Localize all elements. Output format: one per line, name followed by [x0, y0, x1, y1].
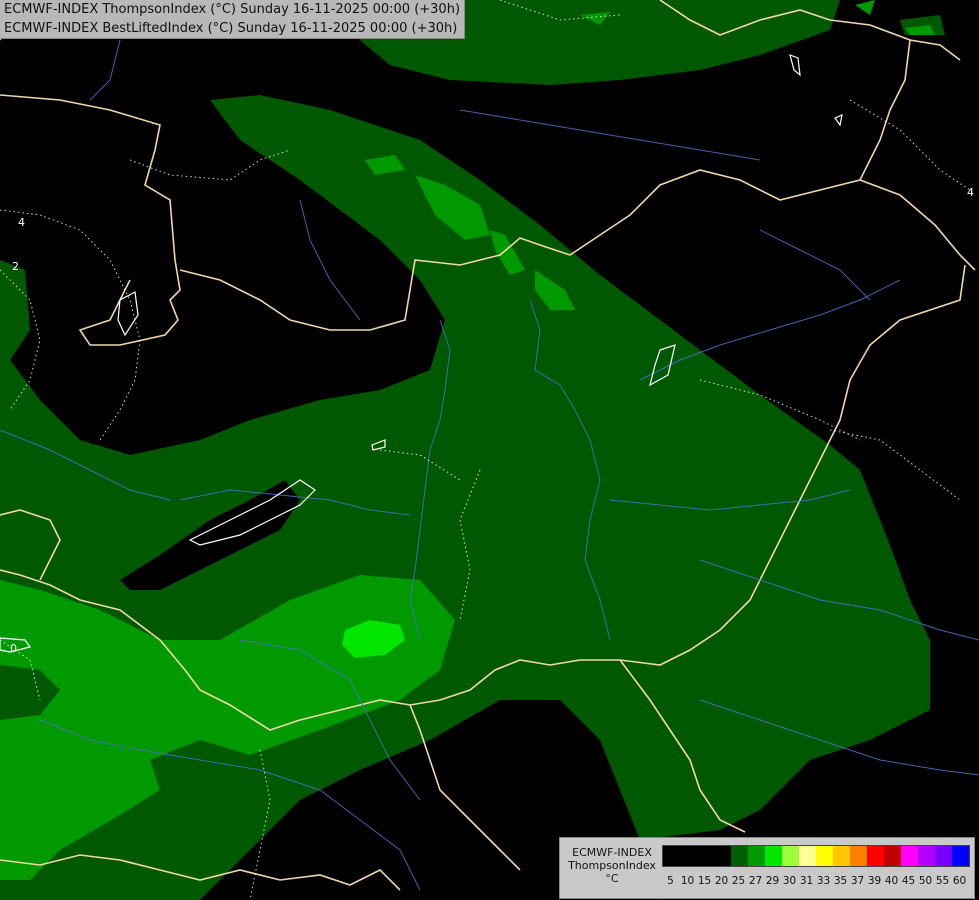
legend-tick-label: 39 — [867, 875, 882, 887]
legend-swatch — [680, 846, 697, 866]
legend-swatch — [816, 846, 833, 866]
legend-swatch — [884, 846, 901, 866]
legend-tick-label: 55 — [935, 875, 950, 887]
legend-swatch — [782, 846, 799, 866]
legend-tick-label: 31 — [799, 875, 814, 887]
forecast-map: 4 2 0 4 — [0, 0, 979, 900]
legend-swatch — [799, 846, 816, 866]
legend-tick-label: 5 — [667, 875, 674, 887]
legend-swatch — [714, 846, 731, 866]
legend-tick-label: 29 — [765, 875, 780, 887]
legend-tick-label: 35 — [833, 875, 848, 887]
legend-tick-label: 37 — [850, 875, 865, 887]
legend-label: ECMWF-INDEX ThompsonIndex °C — [564, 846, 660, 885]
legend-swatch — [731, 846, 748, 866]
legend-swatch — [697, 846, 714, 866]
legend-swatch — [748, 846, 765, 866]
header-thompson-title: ECMWF-INDEX ThompsonIndex (°C) Sunday 16… — [4, 2, 461, 17]
map-header: ECMWF-INDEX ThompsonIndex (°C) Sunday 16… — [0, 0, 466, 39]
legend-tick-label: 30 — [782, 875, 797, 887]
legend-tick-label: 50 — [918, 875, 933, 887]
legend-swatch — [765, 846, 782, 866]
legend-tick-label: 20 — [714, 875, 729, 887]
legend-swatch — [833, 846, 850, 866]
legend-swatch — [952, 846, 969, 866]
legend-swatch — [918, 846, 935, 866]
legend-swatch — [867, 846, 884, 866]
legend-swatches — [662, 845, 970, 867]
header-lifted-title: ECMWF-INDEX BestLiftedIndex (°C) Sunday … — [4, 21, 458, 36]
legend-tick-label: 27 — [748, 875, 763, 887]
contour-label: 4 — [967, 186, 974, 199]
legend-swatch — [901, 846, 918, 866]
contour-label: 0 — [10, 642, 17, 655]
legend-tick-label: 25 — [731, 875, 746, 887]
contour-label: 4 — [18, 216, 25, 229]
legend-tick-label: 45 — [901, 875, 916, 887]
legend-swatch — [935, 846, 952, 866]
legend-label-line2: ThompsonIndex — [568, 859, 656, 872]
contour-label: 2 — [12, 260, 19, 273]
legend-tick-label: 15 — [697, 875, 712, 887]
color-legend: ECMWF-INDEX ThompsonIndex °C 5 10 15 20 25 27… — [559, 837, 975, 899]
legend-label-line1: ECMWF-INDEX — [572, 846, 652, 859]
legend-tick-label: 10 — [680, 875, 695, 887]
legend-swatch — [663, 846, 680, 866]
legend-swatch — [850, 846, 867, 866]
legend-tick-label: 33 — [816, 875, 831, 887]
legend-tick-label: 40 — [884, 875, 899, 887]
legend-tick-label: 60 — [952, 875, 967, 887]
legend-ticks: 5 10 15 20 25 27 29 30 31 33 35 37 39 40 45 50 55 60 — [662, 875, 968, 889]
legend-label-line3: °C — [605, 872, 619, 885]
